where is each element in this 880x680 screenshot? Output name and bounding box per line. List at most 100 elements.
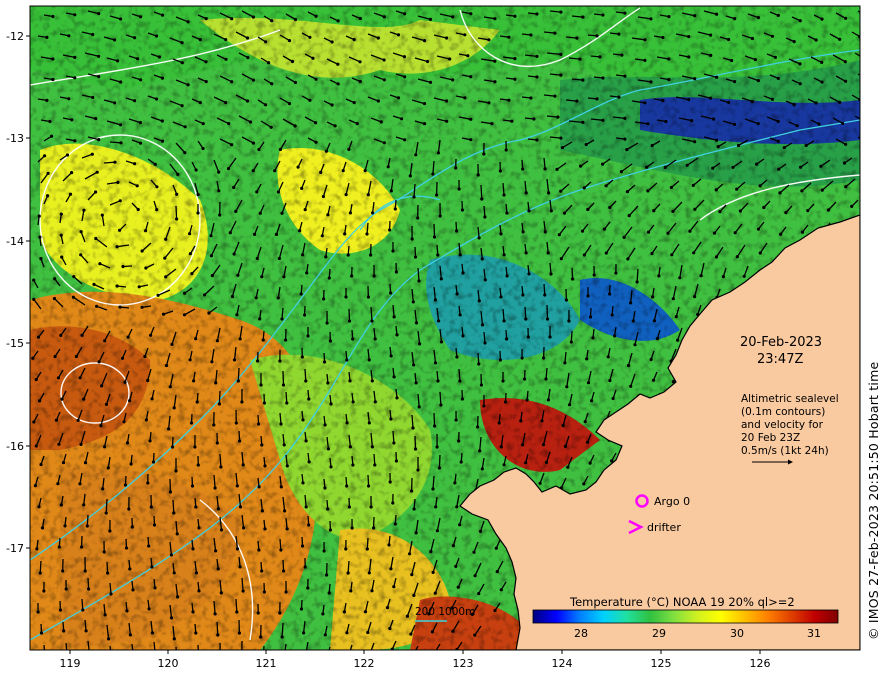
velocity-arrow-head bbox=[186, 83, 190, 87]
velocity-arrow-head bbox=[543, 230, 547, 234]
velocity-arrow-head bbox=[341, 169, 345, 173]
velocity-arrow-head bbox=[478, 529, 483, 534]
velocity-arrow-head bbox=[635, 280, 639, 284]
velocity-arrow-head bbox=[287, 39, 292, 43]
velocity-arrow-head bbox=[255, 256, 259, 260]
velocity-arrow-head bbox=[566, 465, 570, 469]
velocity-arrow-head bbox=[136, 57, 140, 61]
velocity-arrow-head bbox=[347, 505, 351, 509]
velocity-arrow-head bbox=[395, 396, 399, 400]
velocity-arrow-head bbox=[258, 317, 262, 321]
velocity-arrow-head bbox=[409, 632, 413, 636]
velocity-arrow-head bbox=[477, 592, 481, 596]
velocity-arrow-head bbox=[414, 531, 418, 535]
velocity-arrow-head bbox=[731, 165, 735, 169]
velocity-arrow-head bbox=[131, 651, 134, 654]
velocity-arrow-head bbox=[304, 505, 308, 509]
velocity-arrow-head bbox=[431, 570, 435, 575]
velocity-arrow-head bbox=[152, 523, 157, 527]
velocity-arrow-head bbox=[755, 162, 759, 166]
velocity-arrow-head bbox=[84, 629, 88, 633]
velocity-arrow-head bbox=[411, 426, 415, 430]
velocity-arrow-head bbox=[276, 296, 280, 300]
velocity-arrow-head bbox=[524, 251, 528, 255]
velocity-arrow-head bbox=[135, 184, 139, 188]
velocity-arrow-head bbox=[670, 253, 674, 257]
velocity-arrow-head bbox=[800, 230, 805, 234]
velocity-arrow-head bbox=[91, 95, 95, 100]
velocity-arrow-head bbox=[224, 57, 228, 61]
velocity-arrow-head bbox=[76, 418, 80, 422]
velocity-arrow-head bbox=[366, 193, 370, 197]
velocity-arrow-head bbox=[164, 363, 169, 368]
velocity-arrow-head bbox=[545, 317, 550, 321]
velocity-arrow-head bbox=[279, 485, 283, 489]
velocity-arrow-head bbox=[236, 273, 240, 277]
velocity-arrow-head bbox=[212, 423, 216, 427]
velocity-arrow-head bbox=[190, 484, 195, 488]
velocity-arrow-head bbox=[756, 79, 761, 83]
velocity-arrow-head bbox=[623, 137, 627, 141]
velocity-arrow-head bbox=[412, 593, 416, 598]
velocity-arrow-head bbox=[237, 631, 241, 635]
velocity-arrow-head bbox=[693, 14, 697, 18]
lat-tick-label: -16 bbox=[6, 440, 24, 453]
velocity-arrow-head bbox=[520, 356, 524, 360]
velocity-arrow-head bbox=[625, 190, 630, 194]
velocity-arrow-head bbox=[228, 231, 232, 235]
velocity-arrow-head bbox=[278, 359, 282, 363]
velocity-arrow-head bbox=[183, 291, 187, 295]
velocity-arrow bbox=[281, 622, 284, 638]
velocity-arrow-head bbox=[168, 385, 172, 389]
velocity-arrow-head bbox=[167, 427, 171, 431]
velocity-arrow-head bbox=[735, 187, 739, 191]
velocity-arrow-head bbox=[300, 355, 304, 359]
velocity-arrow-head bbox=[864, 140, 867, 143]
velocity-arrow-head bbox=[688, 229, 692, 233]
velocity-arrow-head bbox=[581, 120, 585, 124]
velocity-arrow-head bbox=[559, 257, 563, 261]
velocity-arrow-head bbox=[413, 255, 418, 259]
velocity-arrow-head bbox=[53, 354, 57, 359]
velocity-arrow-head bbox=[153, 162, 157, 166]
velocity-arrow-head bbox=[191, 547, 195, 551]
velocity-arrow-head bbox=[82, 397, 86, 401]
velocity-arrow-head bbox=[58, 608, 63, 612]
velocity-arrow-head bbox=[685, 163, 689, 167]
velocity-arrow-head bbox=[100, 213, 104, 217]
velocity-arrow-head bbox=[118, 305, 122, 309]
velocity-arrow-head bbox=[36, 610, 40, 614]
velocity-arrow-head bbox=[262, 590, 266, 594]
velocity-arrow-head bbox=[153, 586, 157, 590]
velocity-arrow-head bbox=[149, 333, 153, 337]
velocity-arrow-head bbox=[750, 99, 755, 104]
velocity-arrow bbox=[39, 560, 42, 574]
velocity-arrow-head bbox=[349, 589, 353, 593]
velocity-arrow-head bbox=[588, 315, 593, 319]
velocity-arrow-head bbox=[561, 424, 565, 428]
velocity-arrow-head bbox=[524, 461, 528, 465]
note-line: 20 Feb 23Z bbox=[741, 432, 800, 444]
velocity-arrow-head bbox=[416, 216, 420, 220]
velocity-arrow-head bbox=[324, 255, 328, 259]
velocity-arrow-head bbox=[626, 257, 630, 261]
velocity-arrow-head bbox=[410, 489, 414, 493]
velocity-arrow-head bbox=[293, 124, 297, 128]
velocity-arrow-head bbox=[678, 276, 682, 280]
velocity-arrow-head bbox=[169, 616, 174, 620]
velocity-arrow-head bbox=[51, 77, 55, 82]
velocity-arrow-head bbox=[463, 96, 467, 100]
velocity-arrow-head bbox=[197, 652, 200, 655]
velocity-arrow-head bbox=[555, 167, 559, 171]
velocity-arrow-head bbox=[248, 120, 253, 124]
velocity-arrow-head bbox=[422, 39, 427, 43]
velocity-arrow-head bbox=[113, 160, 117, 164]
velocity-arrow-head bbox=[301, 253, 305, 257]
velocity-arrow-head bbox=[458, 379, 462, 383]
velocity-arrow-head bbox=[435, 529, 439, 533]
velocity-arrow-head bbox=[97, 12, 101, 16]
velocity-arrow-head bbox=[592, 273, 596, 277]
velocity-arrow bbox=[438, 454, 441, 469]
velocity-arrow-head bbox=[770, 97, 775, 101]
velocity-arrow-head bbox=[382, 141, 386, 145]
